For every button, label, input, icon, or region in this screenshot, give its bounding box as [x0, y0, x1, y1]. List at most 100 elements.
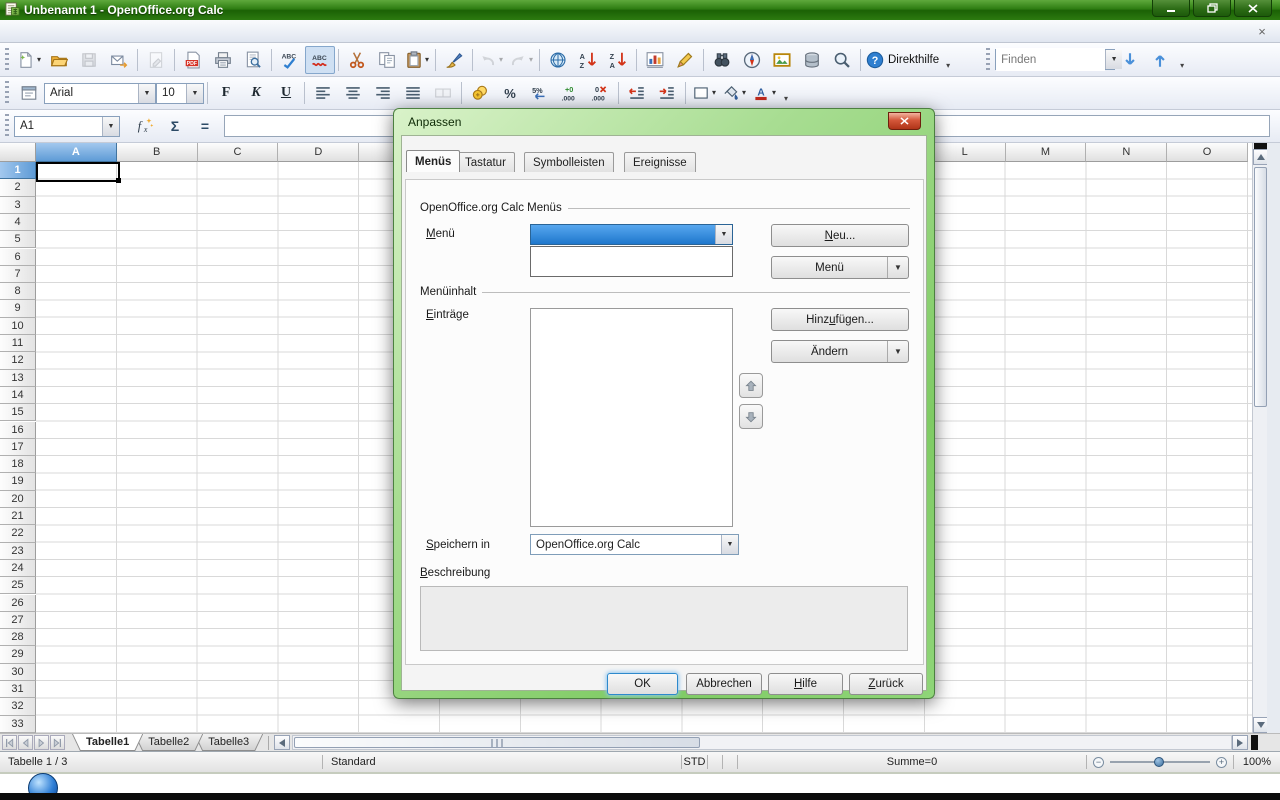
- toolbar-grip[interactable]: [5, 81, 9, 105]
- zoom-level-field[interactable]: 100%: [1233, 755, 1280, 769]
- modify-button[interactable]: Ändern ▼: [771, 340, 909, 363]
- row-header-4[interactable]: 4: [0, 214, 36, 231]
- chevron-down-icon[interactable]: ▾: [742, 89, 746, 97]
- dialog-tab-0[interactable]: Menüs: [406, 150, 460, 172]
- selection-mode-field[interactable]: STD: [681, 755, 707, 769]
- row-header-17[interactable]: 17: [0, 439, 36, 456]
- dialog-close-button[interactable]: [888, 112, 921, 130]
- sheet-previous-button[interactable]: [18, 735, 33, 750]
- row-header-3[interactable]: 3: [0, 197, 36, 214]
- dialog-tab-2[interactable]: Symbolleisten: [524, 152, 614, 172]
- email-button[interactable]: [104, 46, 134, 74]
- ok-button[interactable]: OK: [607, 673, 678, 695]
- cut-button[interactable]: [342, 46, 372, 74]
- column-header-L[interactable]: L: [925, 143, 1006, 162]
- find-replace-button[interactable]: [707, 46, 737, 74]
- auto-spellcheck-button[interactable]: ABC: [305, 46, 335, 74]
- row-header-2[interactable]: 2: [0, 179, 36, 196]
- row-header-33[interactable]: 33: [0, 716, 36, 733]
- cancel-button[interactable]: Abbrechen: [686, 673, 762, 695]
- chevron-down-icon[interactable]: ▾: [712, 89, 716, 97]
- percent-format-button[interactable]: %: [495, 79, 525, 107]
- standard-format-button[interactable]: 5%: [525, 79, 555, 107]
- row-header-7[interactable]: 7: [0, 266, 36, 283]
- row-header-5[interactable]: 5: [0, 231, 36, 248]
- row-header-8[interactable]: 8: [0, 283, 36, 300]
- toolbar-overflow-button[interactable]: ▾: [941, 47, 955, 73]
- horizontal-scrollbar[interactable]: [292, 735, 1232, 750]
- fill-handle[interactable]: [116, 178, 121, 183]
- sort-descending-button[interactable]: ZA: [603, 46, 633, 74]
- font-size-select[interactable]: 10▼: [156, 83, 204, 104]
- chevron-down-icon[interactable]: ▼: [721, 535, 738, 554]
- row-header-10[interactable]: 10: [0, 318, 36, 335]
- column-header-B[interactable]: B: [117, 143, 198, 162]
- sheet-position-field[interactable]: Tabelle 1 / 3: [0, 755, 322, 769]
- dialog-tab-1[interactable]: Tastatur: [456, 152, 515, 172]
- navigator-button[interactable]: [737, 46, 767, 74]
- help-button[interactable]: Hilfe: [768, 673, 843, 695]
- close-button[interactable]: [1234, 0, 1272, 17]
- bold-button[interactable]: F: [211, 79, 241, 107]
- insert-chart-button[interactable]: [640, 46, 670, 74]
- align-justify-button[interactable]: [398, 79, 428, 107]
- sum-button[interactable]: Σ: [160, 112, 190, 140]
- row-header-27[interactable]: 27: [0, 612, 36, 629]
- menu-dropdown-list[interactable]: [530, 246, 733, 277]
- row-header-12[interactable]: 12: [0, 352, 36, 369]
- currency-format-button[interactable]: [465, 79, 495, 107]
- column-header-C[interactable]: C: [198, 143, 279, 162]
- tab-scroll-divider[interactable]: [268, 736, 269, 750]
- page-style-field[interactable]: Standard: [322, 755, 681, 769]
- scroll-up-button[interactable]: [1253, 149, 1268, 165]
- chevron-down-icon[interactable]: ▾: [772, 89, 776, 97]
- align-right-button[interactable]: [368, 79, 398, 107]
- zoom-slider-thumb[interactable]: [1154, 757, 1164, 767]
- row-header-11[interactable]: 11: [0, 335, 36, 352]
- column-header-A[interactable]: A: [36, 143, 117, 162]
- chevron-down-icon[interactable]: ▼: [186, 84, 203, 103]
- column-header-M[interactable]: M: [1006, 143, 1087, 162]
- toolbar-grip[interactable]: [986, 48, 990, 72]
- row-header-13[interactable]: 13: [0, 370, 36, 387]
- row-header-15[interactable]: 15: [0, 404, 36, 421]
- sheet-tab-tabelle1[interactable]: Tabelle1: [72, 734, 143, 751]
- row-header-32[interactable]: 32: [0, 698, 36, 715]
- pdf-export-button[interactable]: PDF: [178, 46, 208, 74]
- function-wizard-button[interactable]: fx: [130, 112, 160, 140]
- menu-actions-button[interactable]: Menü ▼: [771, 256, 909, 279]
- move-up-button[interactable]: [739, 373, 763, 398]
- row-header-22[interactable]: 22: [0, 525, 36, 542]
- zoom-slider-track[interactable]: [1110, 761, 1210, 763]
- sheet-last-button[interactable]: [50, 735, 65, 750]
- dialog-tab-3[interactable]: Ereignisse: [624, 152, 696, 172]
- align-center-button[interactable]: [338, 79, 368, 107]
- find-input[interactable]: [996, 48, 1105, 71]
- name-box[interactable]: A1 ▼: [14, 116, 120, 137]
- new-menu-button[interactable]: Neu...: [771, 224, 909, 247]
- back-button[interactable]: Zurück: [849, 673, 923, 695]
- add-commands-button[interactable]: Hinzufügen...: [771, 308, 909, 331]
- add-decimal-button[interactable]: +0.000: [555, 79, 585, 107]
- save-in-select[interactable]: OpenOffice.org Calc ▼: [530, 534, 739, 555]
- chevron-down-icon[interactable]: ▾: [529, 56, 533, 64]
- select-all-corner[interactable]: [0, 143, 36, 162]
- row-header-18[interactable]: 18: [0, 456, 36, 473]
- row-header-31[interactable]: 31: [0, 681, 36, 698]
- scroll-right-button[interactable]: [1232, 735, 1248, 750]
- find-next-button[interactable]: [1115, 46, 1145, 74]
- row-header-24[interactable]: 24: [0, 560, 36, 577]
- sum-field[interactable]: Summe=0: [737, 755, 1086, 769]
- increase-indent-button[interactable]: [652, 79, 682, 107]
- sheet-next-button[interactable]: [34, 735, 49, 750]
- equals-button[interactable]: =: [190, 112, 220, 140]
- hyperlink-button[interactable]: [543, 46, 573, 74]
- format-paintbrush-button[interactable]: [439, 46, 469, 74]
- background-color-button[interactable]: ▾: [719, 79, 749, 107]
- scroll-down-button[interactable]: [1253, 717, 1268, 733]
- horizontal-split-box[interactable]: [1251, 735, 1258, 750]
- chevron-down-icon[interactable]: ▼: [715, 225, 732, 244]
- row-header-1[interactable]: 1: [0, 162, 36, 179]
- toolbar-grip[interactable]: [5, 114, 9, 138]
- gallery-button[interactable]: [767, 46, 797, 74]
